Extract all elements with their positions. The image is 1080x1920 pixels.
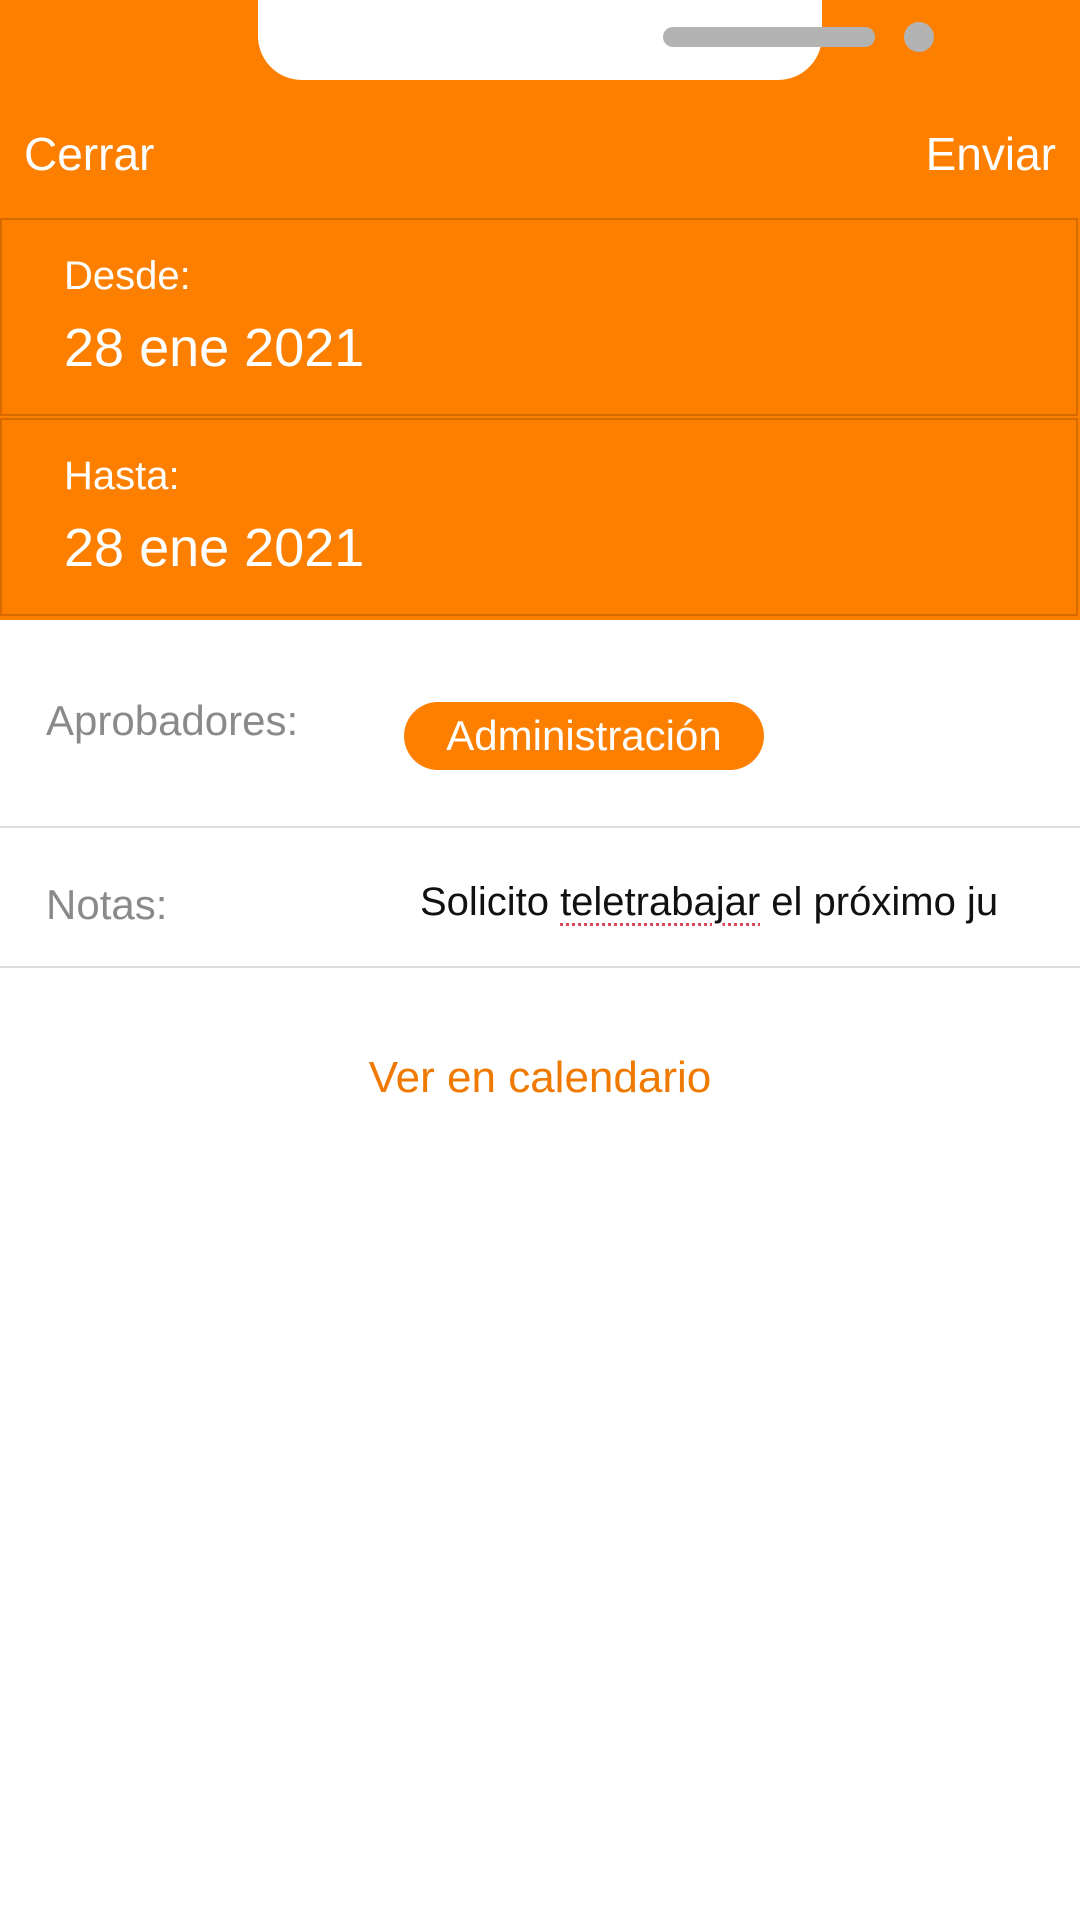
notes-text-suffix: el próximo ju [760, 880, 999, 924]
approvers-label: Aprobadores: [46, 697, 299, 744]
notes-label: Notas: [46, 881, 168, 928]
device-notch [258, 0, 934, 80]
to-date-label: Hasta: [64, 454, 180, 498]
view-in-calendar-link[interactable]: Ver en calendario [0, 1050, 1080, 1106]
from-date-label: Desde: [64, 254, 191, 298]
approvers-row: Aprobadores: Administración [0, 620, 1080, 828]
notes-text-misspelled: teletrabajar [560, 880, 761, 924]
close-button[interactable]: Cerrar [24, 126, 154, 182]
to-date-row[interactable]: Hasta: 28 ene 2021 [0, 418, 1078, 616]
send-button[interactable]: Enviar [926, 126, 1056, 182]
from-date-value: 28 ene 2021 [64, 318, 365, 378]
to-date-value: 28 ene 2021 [64, 518, 365, 578]
notes-row: Notas: Solicito teletrabajar el próximo … [0, 828, 1080, 968]
notes-text-prefix: Solicito [420, 880, 561, 924]
from-date-row[interactable]: Desde: 28 ene 2021 [0, 218, 1078, 416]
top-bar: Cerrar Enviar [0, 0, 1080, 218]
speaker-grille [663, 27, 875, 47]
notes-input[interactable]: Solicito teletrabajar el próximo ju [420, 874, 1012, 930]
front-camera [904, 22, 934, 52]
date-range-section: Desde: 28 ene 2021 Hasta: 28 ene 2021 [0, 218, 1080, 620]
approver-chip[interactable]: Administración [404, 702, 764, 770]
